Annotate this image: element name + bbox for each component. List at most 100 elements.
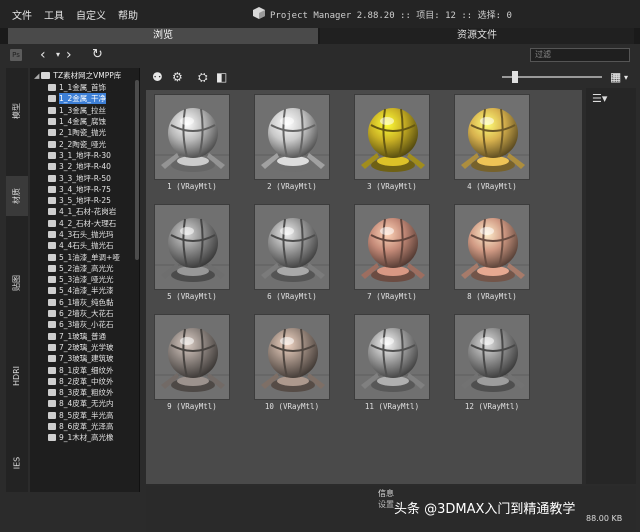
material-folder-icon (48, 129, 56, 137)
material-folder-icon (48, 95, 56, 103)
filter-input[interactable]: 过滤 (530, 48, 630, 62)
material-tile[interactable]: 12 (VRayMtl) (454, 314, 530, 414)
material-folder-icon (48, 366, 56, 374)
tree-item[interactable]: 8_3皮革_粗纹外 (48, 387, 139, 398)
material-tile[interactable]: 11 (VRayMtl) (354, 314, 430, 414)
material-tile[interactable]: 4 (VRayMtl) (454, 94, 530, 194)
menu-file[interactable]: 文件 (6, 7, 38, 22)
tree-item[interactable]: 4_3石头_抛光玛 (48, 229, 139, 240)
view-dropdown-icon[interactable]: ▾ (624, 73, 628, 82)
tree-item[interactable]: 8_2皮革_中纹外 (48, 376, 139, 387)
tree-item-label: 6_3墙灰_小花石 (59, 320, 114, 330)
tree-root[interactable]: ◢ TZ素材网之VMPP库 (34, 70, 121, 81)
tree-item[interactable]: 3_5_地坪-R-25 (48, 195, 139, 206)
material-tile[interactable]: 3 (VRayMtl) (354, 94, 430, 194)
tree-item[interactable]: 5_3油漆_哑光光 (48, 274, 139, 285)
add-material-icon[interactable]: ⚉ (152, 70, 163, 84)
material-preview[interactable] (354, 314, 430, 400)
tree-item[interactable]: 7_1玻璃_普通 (48, 331, 139, 342)
tab-maps[interactable]: 贴图 (6, 268, 28, 298)
tab-asset-files[interactable]: 资源文件 (320, 28, 634, 44)
material-caption: 2 (VRayMtl) (267, 182, 317, 191)
tree-item[interactable]: 4_2_石材-大理石 (48, 218, 139, 229)
tree-item[interactable]: 4_1_石材-花岗岩 (48, 206, 139, 217)
material-preview[interactable] (454, 204, 530, 290)
tree-item-label: 2_1陶瓷_抛光 (59, 128, 107, 138)
tree-item[interactable]: 1_3金属_拉丝 (48, 105, 139, 116)
material-preview[interactable] (354, 204, 430, 290)
tree-item-label: 8_3皮革_粗纹外 (59, 388, 114, 398)
material-tile[interactable]: 5 (VRayMtl) (154, 204, 230, 304)
panel-menu-icon[interactable]: ≡ (612, 70, 621, 83)
tab-ies[interactable]: IES (6, 448, 28, 478)
menu-help[interactable]: 帮助 (112, 7, 144, 22)
material-swatch-icon[interactable]: ◧ (216, 70, 227, 84)
tree-item[interactable]: 5_1油漆_单调+哑 (48, 251, 139, 262)
tree-item[interactable]: 8_4皮革_无光内 (48, 398, 139, 409)
tree-item[interactable]: 6_3墙灰_小花石 (48, 319, 139, 330)
tree-item-label: 1_4金属_腐蚀 (59, 117, 107, 127)
tree-item[interactable]: 8_5皮革_半光高 (48, 410, 139, 421)
tree-item[interactable]: 2_1陶瓷_抛光 (48, 127, 139, 138)
material-tile[interactable]: 8 (VRayMtl) (454, 204, 530, 304)
tree-item[interactable]: 1_1金属_首饰 (48, 82, 139, 93)
tree-item[interactable]: 1_2金属_干净 (48, 93, 139, 105)
photoshop-icon[interactable]: Ps (10, 49, 22, 61)
tree-item[interactable]: 4_4石头_抛光石 (48, 240, 139, 251)
tree-item[interactable]: 6_2墙灰_大花石 (48, 308, 139, 319)
render-icon[interactable]: ⛭ (198, 70, 208, 85)
tree-scrollbar[interactable] (135, 80, 139, 260)
tab-hdri[interactable]: HDRI (6, 356, 28, 396)
material-tile[interactable]: 9 (VRayMtl) (154, 314, 230, 414)
material-tile[interactable]: 6 (VRayMtl) (254, 204, 330, 304)
material-folder-icon (48, 276, 56, 284)
material-folder-icon (48, 219, 56, 227)
tree-item[interactable]: 3_4_地坪-R-75 (48, 184, 139, 195)
tree-item[interactable]: 5_4油漆_半光漆 (48, 285, 139, 296)
material-settings-icon[interactable]: ⚙ (172, 70, 183, 84)
material-tile[interactable]: 2 (VRayMtl) (254, 94, 330, 194)
slider-handle[interactable] (512, 71, 518, 83)
list-menu-icon[interactable]: ☰▾ (592, 92, 607, 105)
tree-item[interactable]: 3_1_地坪-R-30 (48, 150, 139, 161)
material-preview[interactable] (254, 94, 330, 180)
material-preview[interactable] (354, 94, 430, 180)
tree-item[interactable]: 8_1皮革_细纹外 (48, 364, 139, 375)
material-preview[interactable] (454, 94, 530, 180)
menu-tools[interactable]: 工具 (38, 7, 70, 22)
material-caption: 12 (VRayMtl) (464, 402, 520, 411)
collapse-arrow-icon[interactable]: ◢ (34, 72, 39, 80)
material-tile[interactable]: 1 (VRayMtl) (154, 94, 230, 194)
tree-item[interactable]: 6_1墙灰_纯色黏 (48, 297, 139, 308)
tree-item-label: 6_2墙灰_大花石 (59, 309, 114, 319)
material-preview[interactable] (254, 314, 330, 400)
back-button[interactable]: ‹ (40, 46, 46, 64)
tree-item[interactable]: 2_2陶瓷_哑光 (48, 138, 139, 149)
history-dropdown-icon[interactable]: ▾ (56, 46, 60, 64)
tree-item[interactable]: 3_2_地坪-R-40 (48, 161, 139, 172)
material-tile[interactable]: 7 (VRayMtl) (354, 204, 430, 304)
material-preview[interactable] (154, 314, 230, 400)
material-tile[interactable]: 10 (VRayMtl) (254, 314, 330, 414)
tree-item[interactable]: 5_2油漆_高光光 (48, 263, 139, 274)
tree-item[interactable]: 8_6皮革_光泽高 (48, 421, 139, 432)
tab-materials[interactable]: 材质 (6, 176, 28, 216)
tree-item[interactable]: 9_1木材_高光橡 (48, 432, 139, 443)
tab-browse[interactable]: 浏览 (8, 28, 318, 44)
settings-label[interactable]: 设置 (378, 499, 394, 510)
material-folder-icon (48, 264, 56, 272)
material-caption: 10 (VRayMtl) (264, 402, 320, 411)
menu-customize[interactable]: 自定义 (70, 7, 112, 22)
tab-models[interactable]: 模型 (6, 96, 28, 126)
material-preview[interactable] (154, 94, 230, 180)
material-preview[interactable] (454, 314, 530, 400)
forward-button[interactable]: › (66, 46, 72, 64)
material-caption: 6 (VRayMtl) (267, 292, 317, 301)
material-preview[interactable] (154, 204, 230, 290)
tree-item[interactable]: 3_3_地坪-R-50 (48, 172, 139, 183)
tree-item[interactable]: 1_4金属_腐蚀 (48, 116, 139, 127)
refresh-button[interactable]: ↻ (92, 46, 103, 64)
tree-item[interactable]: 7_2玻璃_光学玻 (48, 342, 139, 353)
tree-item[interactable]: 7_3玻璃_建筑玻 (48, 353, 139, 364)
material-preview[interactable] (254, 204, 330, 290)
